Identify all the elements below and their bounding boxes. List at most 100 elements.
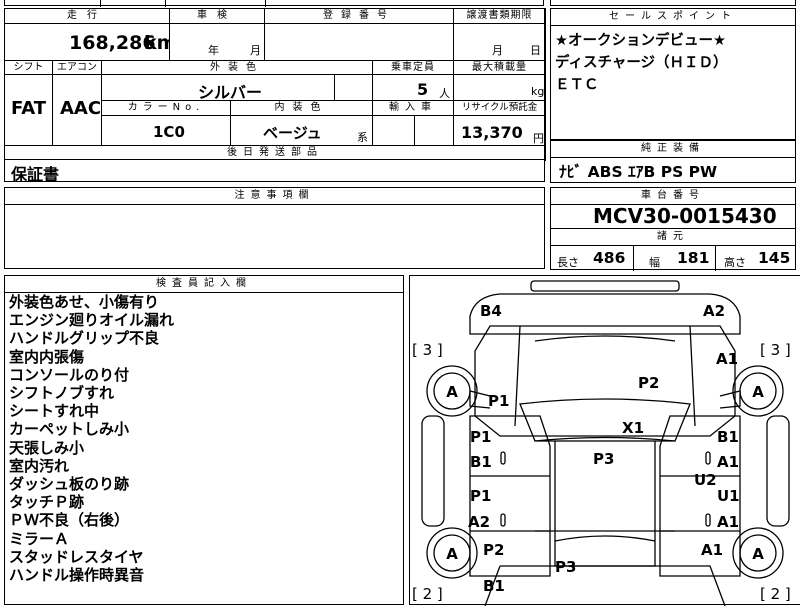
sales-points-box: セールスポイント ★オークションデビュー★ ディスチャージ（ＨＩＤ） ＥＴＣ bbox=[550, 8, 796, 140]
mark-windshield: X1 bbox=[622, 419, 644, 437]
recycle-cell: 13,370 円 bbox=[453, 115, 546, 146]
inspector-note: ダッシュ板のり跡 bbox=[9, 475, 130, 494]
odometer-cell: 168,286 km bbox=[4, 23, 170, 61]
mark-right-rear-door-a: U1 bbox=[717, 487, 740, 505]
inspection-cell: 年 月 bbox=[169, 23, 265, 61]
odometer-unit: km bbox=[144, 32, 169, 54]
inspector-note: カーペットしみ小 bbox=[9, 420, 130, 439]
max-load-label: 最大積載量 bbox=[453, 60, 546, 75]
wheel-mark-left-rear: A bbox=[446, 545, 458, 563]
mark-left-rear-door-b: A2 bbox=[468, 513, 490, 531]
interior-color-value: ベージュ bbox=[263, 124, 322, 142]
inspector-label: 検査員記入欄 bbox=[5, 276, 403, 293]
shift-value: FAT bbox=[11, 98, 47, 119]
caution-box: 注意事項欄 bbox=[4, 187, 545, 269]
transfer-day-unit: 日 bbox=[530, 44, 541, 57]
mark-right-front-fender: A1 bbox=[716, 350, 738, 368]
mark-rear-left: B1 bbox=[483, 577, 505, 595]
mark-left-front-door-b: B1 bbox=[470, 453, 492, 471]
wheel-mark-right-front: A bbox=[752, 383, 764, 401]
capacity-value: 5 bbox=[417, 80, 429, 99]
mark-right-pillar: U2 bbox=[694, 471, 717, 489]
mark-left-front-fender: P1 bbox=[488, 392, 509, 410]
mark-right-rear-door-b: A1 bbox=[717, 513, 739, 531]
car-diagram: A A A A [ 3 ] [ 3 ] [ 2 ] [ 2 ] B4 A2 A1… bbox=[412, 280, 791, 606]
mark-left-front-door-a: P1 bbox=[470, 428, 491, 446]
wheel-mark-right-rear: A bbox=[752, 545, 764, 563]
inspection-month-unit: 月 bbox=[250, 44, 261, 57]
exterior-color-value: シルバー bbox=[198, 83, 263, 101]
capacity-cell: 5 人 bbox=[372, 74, 454, 101]
inspector-note: ＰＷ不良（右後） bbox=[9, 511, 130, 530]
transfer-deadline-cell: 月 日 bbox=[453, 23, 546, 61]
sales-points-label: セールスポイント bbox=[551, 9, 795, 26]
sales-point-3: ＥＴＣ bbox=[555, 77, 599, 93]
import-cell bbox=[372, 115, 454, 146]
height-label: 高さ bbox=[724, 256, 746, 269]
inspector-note: 天張しみ小 bbox=[9, 438, 85, 457]
inspector-note: タッチＰ跡 bbox=[9, 493, 85, 512]
sales-point-1: ★オークションデビュー★ bbox=[555, 33, 726, 49]
recycle-value: 13,370 bbox=[461, 123, 523, 142]
mark-front-left-bumper: B4 bbox=[480, 302, 502, 320]
odometer-value: 168,286 bbox=[69, 32, 156, 54]
mark-hood: P2 bbox=[638, 374, 659, 392]
wheel-mark-left-front: A bbox=[446, 383, 458, 401]
tire-tread-left-rear: [ 2 ] bbox=[412, 585, 443, 603]
inspector-note: シフトノブすれ bbox=[9, 384, 115, 403]
mark-roof: P3 bbox=[593, 450, 614, 468]
length-label: 長さ bbox=[557, 256, 579, 269]
capacity-label: 乗車定員 bbox=[372, 60, 454, 75]
aircon-label: エアコン bbox=[52, 60, 102, 75]
exterior-color-label: 外装色 bbox=[101, 60, 373, 75]
later-parts-value: 保証書 bbox=[11, 165, 60, 184]
dimensions-label: 諸元 bbox=[551, 229, 795, 246]
width-value: 181 bbox=[677, 249, 710, 267]
transfer-month-unit: 月 bbox=[492, 44, 503, 57]
transfer-deadline-label: 譲渡書類期限 bbox=[453, 8, 546, 24]
shift-label: シフト bbox=[4, 60, 53, 75]
capacity-unit: 人 bbox=[439, 87, 450, 100]
import-label: 輸入車 bbox=[372, 100, 454, 116]
inspector-note: 室内内張傷 bbox=[9, 347, 85, 366]
inspection-label: 車検 bbox=[169, 8, 265, 24]
aircon-cell: AAC bbox=[52, 74, 102, 146]
inspector-note: スタッドレスタイヤ bbox=[9, 547, 144, 566]
top-cut-row bbox=[4, 0, 544, 7]
mark-right-rear-fender: A1 bbox=[701, 541, 723, 559]
inspector-note: ハンドルグリップ不良 bbox=[9, 329, 160, 348]
tire-tread-right-rear: [ 2 ] bbox=[760, 585, 791, 603]
chassis-box: 車台番号 MCV30-0015430 bbox=[550, 187, 796, 229]
inspection-year-unit: 年 bbox=[208, 44, 219, 57]
color-no-label: カラーNo. bbox=[101, 100, 231, 116]
inspector-note: 外装色あせ、小傷有り bbox=[9, 293, 160, 311]
mark-right-front-door-b: A1 bbox=[717, 453, 739, 471]
mark-front-right-bumper: A2 bbox=[703, 302, 725, 320]
car-diagram-box: A A A A [ 3 ] [ 3 ] [ 2 ] [ 2 ] B4 A2 A1… bbox=[409, 275, 800, 606]
mark-left-rear-fender: P2 bbox=[483, 541, 504, 559]
registration-cell bbox=[264, 23, 454, 61]
inspector-note: シートすれ中 bbox=[9, 402, 100, 421]
mark-trunk: P3 bbox=[555, 558, 576, 576]
top-cut-right bbox=[550, 0, 796, 6]
tire-tread-right-front: [ 3 ] bbox=[760, 341, 791, 359]
odometer-label: 走行 bbox=[4, 8, 170, 24]
max-load-unit: kg bbox=[531, 85, 545, 98]
chassis-value: MCV30-0015430 bbox=[593, 204, 777, 228]
caution-label: 注意事項欄 bbox=[5, 188, 544, 205]
exterior-color-cell: シルバー bbox=[101, 74, 373, 101]
tire-tread-left-front: [ 3 ] bbox=[412, 341, 443, 359]
sales-point-2: ディスチャージ（ＨＩＤ） bbox=[555, 55, 728, 71]
inspector-box: 検査員記入欄 外装色あせ、小傷有り エンジン廻りオイル漏れ ハンドルグリップ不良… bbox=[4, 275, 404, 605]
max-load-cell: kg bbox=[453, 74, 546, 101]
shift-cell: FAT bbox=[4, 74, 53, 146]
inspector-notes: 外装色あせ、小傷有り エンジン廻りオイル漏れ ハンドルグリップ不良 室内内張傷 … bbox=[9, 293, 174, 584]
equipment-value: ﾅﾋﾞ ABS ｴｱB PS PW bbox=[559, 163, 718, 181]
recycle-label: リサイクル預託金 bbox=[453, 100, 546, 116]
interior-color-suffix: 系 bbox=[357, 131, 368, 144]
dimensions-box: 諸元 長さ 486 幅 181 高さ 145 bbox=[550, 228, 796, 271]
color-no-value: 1C0 bbox=[153, 123, 185, 141]
mark-right-front-door-a: B1 bbox=[717, 428, 739, 446]
color-no-cell: 1C0 bbox=[101, 115, 231, 146]
inspector-note: コンソールのり付 bbox=[9, 365, 130, 384]
